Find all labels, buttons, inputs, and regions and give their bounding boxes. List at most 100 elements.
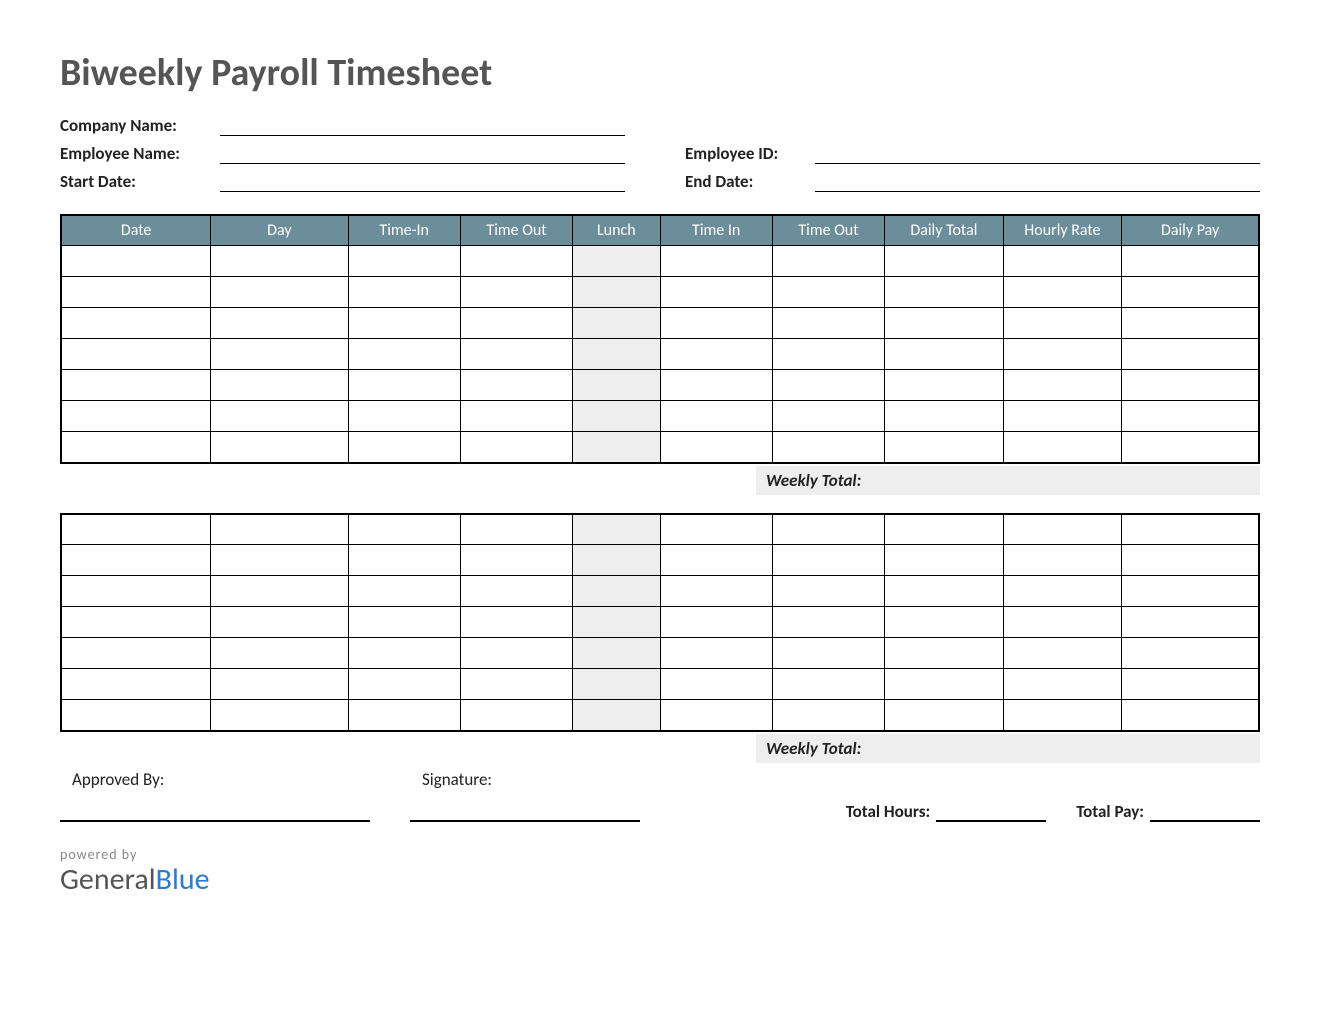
week2-cell[interactable] [1003,545,1122,576]
week2-cell[interactable] [211,700,348,731]
week2-cell[interactable] [772,576,884,607]
week2-cell[interactable] [211,607,348,638]
week2-cell[interactable] [1122,545,1259,576]
week2-cell[interactable] [660,669,772,700]
signature-input[interactable] [410,796,640,822]
week2-cell[interactable] [885,607,1004,638]
week2-cell[interactable] [885,700,1004,731]
week2-cell[interactable] [460,638,572,669]
week2-cell[interactable] [573,607,660,638]
week1-cell[interactable] [211,370,348,401]
week1-cell[interactable] [573,339,660,370]
week1-cell[interactable] [660,246,772,277]
employee-id-input[interactable] [815,142,1260,164]
week2-cell[interactable] [772,669,884,700]
week1-cell[interactable] [61,432,211,463]
week2-cell[interactable] [573,700,660,731]
week1-cell[interactable] [1122,432,1259,463]
week1-cell[interactable] [772,339,884,370]
week2-cell[interactable] [1003,576,1122,607]
week2-cell[interactable] [660,514,772,545]
week1-cell[interactable] [348,432,460,463]
week1-cell[interactable] [1122,246,1259,277]
week2-cell[interactable] [660,638,772,669]
week2-cell[interactable] [61,576,211,607]
week2-cell[interactable] [211,576,348,607]
week1-cell[interactable] [460,277,572,308]
week2-cell[interactable] [1003,514,1122,545]
week1-cell[interactable] [573,277,660,308]
week2-cell[interactable] [1122,576,1259,607]
week1-cell[interactable] [211,308,348,339]
week1-cell[interactable] [1003,246,1122,277]
week2-cell[interactable] [61,669,211,700]
week2-cell[interactable] [348,576,460,607]
week2-cell[interactable] [772,545,884,576]
week2-cell[interactable] [61,545,211,576]
week1-cell[interactable] [61,370,211,401]
week2-cell[interactable] [573,638,660,669]
week1-cell[interactable] [772,308,884,339]
week1-cell[interactable] [660,401,772,432]
week1-cell[interactable] [460,339,572,370]
week1-cell[interactable] [348,370,460,401]
week1-cell[interactable] [573,432,660,463]
week2-cell[interactable] [660,576,772,607]
total-pay-input[interactable] [1150,800,1260,822]
week1-cell[interactable] [1122,308,1259,339]
week2-cell[interactable] [772,700,884,731]
week1-cell[interactable] [660,339,772,370]
week2-cell[interactable] [61,514,211,545]
week1-cell[interactable] [1122,370,1259,401]
week1-cell[interactable] [660,370,772,401]
week2-cell[interactable] [1003,669,1122,700]
week2-cell[interactable] [573,514,660,545]
week2-cell[interactable] [348,638,460,669]
week2-cell[interactable] [348,545,460,576]
week1-cell[interactable] [885,401,1004,432]
week2-cell[interactable] [660,545,772,576]
week1-cell[interactable] [211,339,348,370]
week2-cell[interactable] [348,700,460,731]
week1-cell[interactable] [772,401,884,432]
week2-cell[interactable] [573,576,660,607]
week2-cell[interactable] [1122,607,1259,638]
week2-cell[interactable] [885,545,1004,576]
week2-cell[interactable] [1122,514,1259,545]
week1-cell[interactable] [61,339,211,370]
week1-cell[interactable] [1003,277,1122,308]
week1-cell[interactable] [1003,401,1122,432]
week2-cell[interactable] [460,545,572,576]
week1-cell[interactable] [772,432,884,463]
start-date-input[interactable] [220,170,625,192]
week2-cell[interactable] [61,607,211,638]
week1-cell[interactable] [348,277,460,308]
week1-cell[interactable] [885,370,1004,401]
end-date-input[interactable] [815,170,1260,192]
week2-cell[interactable] [1122,700,1259,731]
week2-cell[interactable] [660,700,772,731]
week1-cell[interactable] [1003,432,1122,463]
week2-cell[interactable] [460,514,572,545]
week2-cell[interactable] [885,514,1004,545]
week1-cell[interactable] [772,370,884,401]
week1-cell[interactable] [1122,277,1259,308]
week1-cell[interactable] [1122,339,1259,370]
week2-cell[interactable] [460,669,572,700]
week1-cell[interactable] [460,370,572,401]
week2-cell[interactable] [61,700,211,731]
week1-cell[interactable] [460,246,572,277]
week2-cell[interactable] [1122,638,1259,669]
week1-cell[interactable] [660,308,772,339]
week1-cell[interactable] [348,401,460,432]
week1-cell[interactable] [211,432,348,463]
week1-cell[interactable] [885,308,1004,339]
week2-cell[interactable] [885,638,1004,669]
week2-cell[interactable] [460,576,572,607]
total-hours-input[interactable] [936,800,1046,822]
week1-cell[interactable] [1003,339,1122,370]
week1-cell[interactable] [348,308,460,339]
week1-cell[interactable] [1122,401,1259,432]
week1-cell[interactable] [772,246,884,277]
week1-cell[interactable] [460,308,572,339]
